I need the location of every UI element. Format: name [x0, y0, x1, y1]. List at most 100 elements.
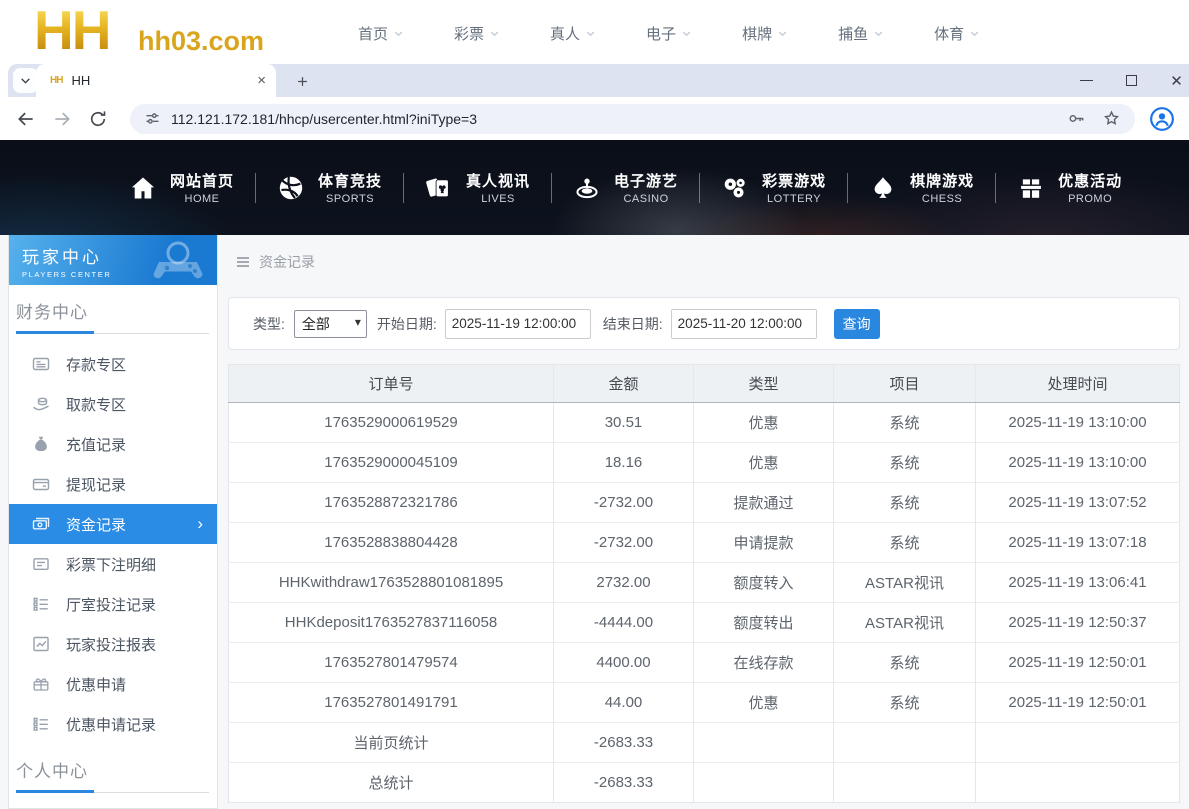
main-nav-item-lottery[interactable]: 彩票游戏LOTTERY: [700, 170, 847, 205]
table-cell: 系统: [834, 443, 976, 483]
site-info-icon[interactable]: [144, 110, 161, 127]
refresh-icon[interactable]: [88, 109, 108, 129]
table-cell: 1763528872321786: [229, 483, 554, 523]
column-header: 订单号: [229, 365, 554, 403]
column-header: 处理时间: [976, 365, 1180, 403]
filter-bar: 类型: 全部 开始日期: 结束日期: 查询: [228, 297, 1180, 350]
top-nav-label: 棋牌: [742, 23, 772, 44]
hamburger-icon: [235, 254, 251, 270]
tab-search-button[interactable]: [13, 68, 38, 93]
gift-icon: [1017, 174, 1045, 202]
nav-label-zh: 体育竞技: [318, 170, 382, 191]
spade-icon: [869, 174, 897, 202]
start-date-input[interactable]: [445, 309, 591, 339]
close-button[interactable]: ✕: [1154, 64, 1189, 97]
main-nav-item-lives[interactable]: 真人视讯LIVES: [404, 170, 551, 205]
table-cell: 2025-11-19 13:10:00: [976, 403, 1180, 443]
top-nav-item[interactable]: 彩票: [454, 23, 500, 44]
sidebar-item-deposit-zone[interactable]: 存款专区: [9, 344, 217, 384]
chevron-down-icon: [681, 28, 692, 39]
sidebar-item-hall-bet-record[interactable]: 厅室投注记录: [9, 584, 217, 624]
promo-gift-icon: [31, 674, 51, 694]
sidebar-item-message-notice[interactable]: 消息公告: [9, 803, 217, 809]
table-row: 176352900061952930.51优惠系统2025-11-19 13:1…: [229, 403, 1180, 443]
query-button[interactable]: 查询: [834, 309, 880, 339]
type-select[interactable]: 全部: [294, 310, 367, 338]
table-row: 176352900004510918.16优惠系统2025-11-19 13:1…: [229, 443, 1180, 483]
bookmark-star-icon[interactable]: [1102, 109, 1121, 128]
sports-ball-icon: [277, 174, 305, 202]
table-cell: 2025-11-19 12:50:01: [976, 643, 1180, 683]
top-nav-item[interactable]: 体育: [934, 23, 980, 44]
top-nav-label: 真人: [550, 23, 580, 44]
section-underline: [16, 790, 209, 793]
top-nav-item[interactable]: 真人: [550, 23, 596, 44]
tab-title: HH: [71, 73, 90, 88]
main-nav-item-home[interactable]: 网站首页HOME: [108, 170, 255, 205]
bet-detail-icon: [31, 554, 51, 574]
table-cell: 优惠: [694, 683, 834, 723]
nav-label-zh: 电子游艺: [614, 170, 678, 191]
minimize-button[interactable]: [1064, 64, 1109, 97]
url-text[interactable]: 112.121.172.181/hhcp/usercenter.html?ini…: [171, 111, 1051, 127]
cards-icon: [425, 174, 453, 202]
top-nav-item[interactable]: 棋牌: [742, 23, 788, 44]
profile-icon[interactable]: [1149, 106, 1175, 132]
chevron-down-icon: [393, 28, 404, 39]
tab-close-icon[interactable]: ×: [257, 73, 266, 88]
sidebar-item-label: 优惠申请记录: [66, 714, 156, 735]
close-icon: ✕: [1170, 72, 1183, 90]
sidebar-item-label: 取款专区: [66, 394, 126, 415]
sidebar-item-label: 资金记录: [66, 514, 126, 535]
main-nav-bar: 网站首页HOME体育竞技SPORTS真人视讯LIVES电子游艺CASINO彩票游…: [0, 140, 1189, 235]
table-cell: 1763529000619529: [229, 403, 554, 443]
table-cell: 申请提款: [694, 523, 834, 563]
window-controls: ✕: [1064, 64, 1189, 97]
url-bar[interactable]: 112.121.172.181/hhcp/usercenter.html?ini…: [130, 104, 1135, 134]
top-nav-item[interactable]: 首页: [358, 23, 404, 44]
main-nav-item-chess[interactable]: 棋牌游戏CHESS: [848, 170, 995, 205]
back-icon[interactable]: [16, 109, 36, 129]
end-date-input[interactable]: [671, 309, 817, 339]
sidebar-item-withdrawal-record[interactable]: 提现记录: [9, 464, 217, 504]
chevron-down-icon: [19, 74, 32, 87]
sidebar-item-promo-apply[interactable]: 优惠申请: [9, 664, 217, 704]
column-header: 类型: [694, 365, 834, 403]
table-cell: 在线存款: [694, 643, 834, 683]
table-cell: 当前页统计: [229, 723, 554, 763]
top-nav-item[interactable]: 电子: [646, 23, 692, 44]
table-cell: 系统: [834, 683, 976, 723]
main-nav-item-sports[interactable]: 体育竞技SPORTS: [256, 170, 403, 205]
new-tab-button[interactable]: [290, 69, 314, 93]
sidebar-item-fund-record[interactable]: 资金记录 ›: [9, 504, 217, 544]
chevron-right-icon: ›: [197, 514, 203, 534]
main-nav-item-casino[interactable]: 电子游艺CASINO: [552, 170, 699, 205]
table-cell: 2732.00: [554, 563, 694, 603]
sidebar-item-label: 充值记录: [66, 434, 126, 455]
sidebar-item-label: 优惠申请: [66, 674, 126, 695]
sidebar-item-recharge-record[interactable]: 充值记录: [9, 424, 217, 464]
type-label: 类型:: [253, 314, 285, 334]
sidebar-item-player-bet-report[interactable]: 玩家投注报表: [9, 624, 217, 664]
home-icon: [129, 174, 157, 202]
browser-tab[interactable]: HH HH ×: [36, 64, 276, 97]
table-cell: 2025-11-19 13:07:18: [976, 523, 1180, 563]
sidebar-item-promo-apply-record[interactable]: 优惠申请记录: [9, 704, 217, 744]
sidebar: 玩家中心 PLAYERS CENTER 财务中心存款专区取款专区充值记录提现记录…: [8, 235, 218, 809]
maximize-button[interactable]: [1109, 64, 1154, 97]
site-logo[interactable]: HH: [34, 0, 109, 62]
end-date-label: 结束日期:: [603, 314, 663, 334]
site-logo-domain[interactable]: hh03.com: [138, 26, 264, 57]
table-cell: 2025-11-19 13:06:41: [976, 563, 1180, 603]
table-cell: 1763527801479574: [229, 643, 554, 683]
sidebar-item-label: 存款专区: [66, 354, 126, 375]
top-nav: 首页 彩票 真人 电子 棋牌 捕鱼 体育: [358, 23, 980, 44]
sidebar-item-lottery-bet-detail[interactable]: 彩票下注明细: [9, 544, 217, 584]
top-nav-item[interactable]: 捕鱼: [838, 23, 884, 44]
top-nav-label: 捕鱼: [838, 23, 868, 44]
sidebar-item-withdraw-zone[interactable]: 取款专区: [9, 384, 217, 424]
password-key-icon[interactable]: [1067, 109, 1086, 128]
main-nav-items: 网站首页HOME体育竞技SPORTS真人视讯LIVES电子游艺CASINO彩票游…: [108, 170, 1143, 205]
main-nav-item-promo[interactable]: 优惠活动PROMO: [996, 170, 1143, 205]
forward-icon[interactable]: [52, 109, 72, 129]
